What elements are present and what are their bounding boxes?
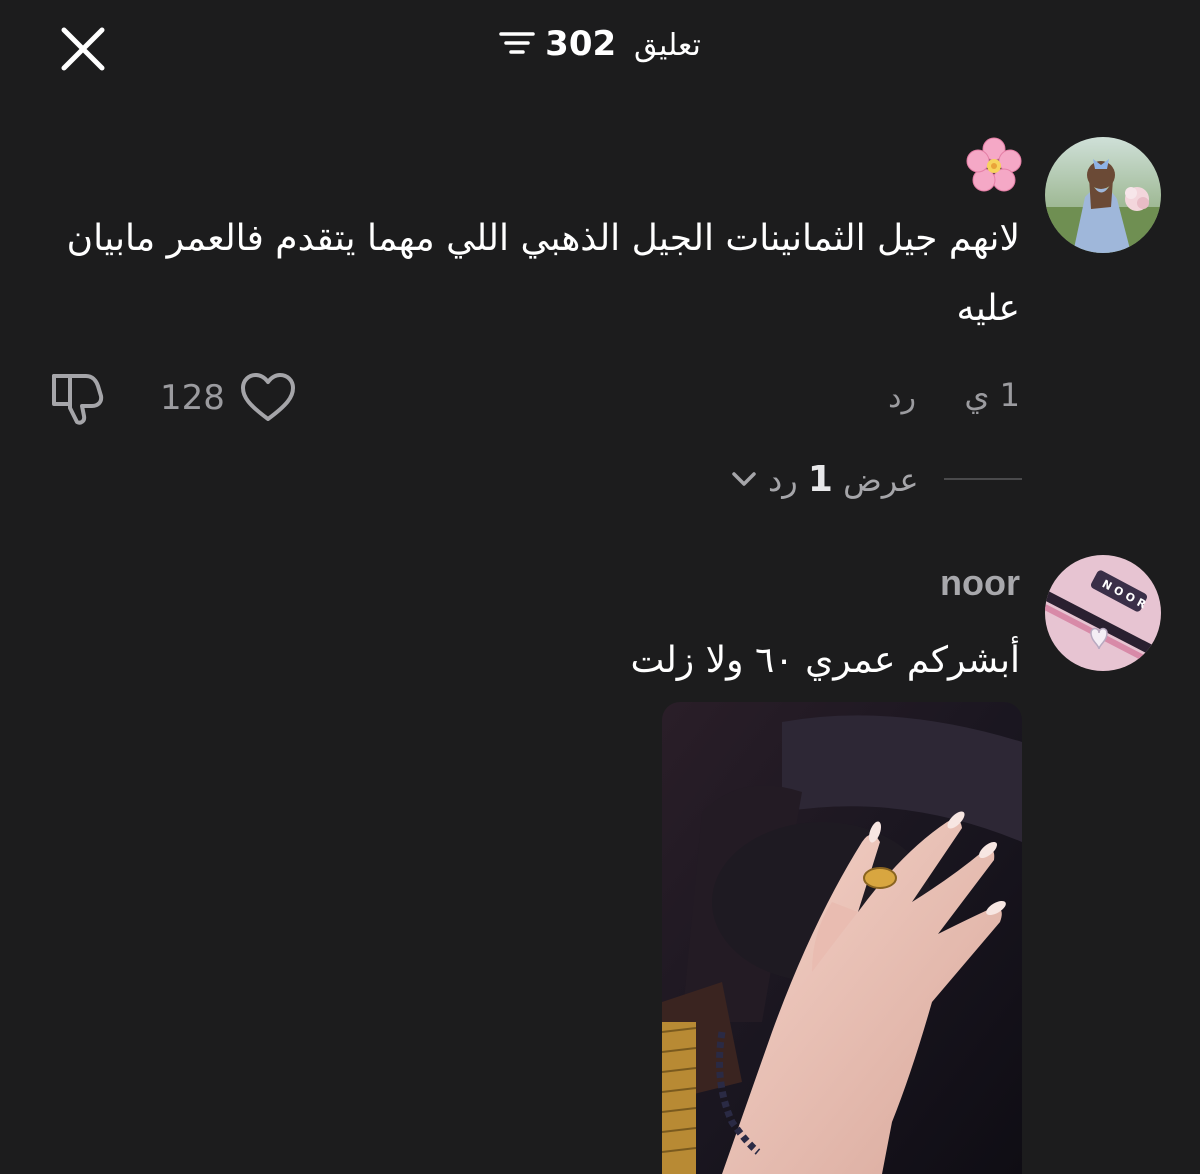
divider xyxy=(944,478,1022,480)
cherry-blossom-emoji xyxy=(966,137,1022,192)
comment-photo[interactable] xyxy=(662,702,1022,1174)
comment-timestamp: 1 ي xyxy=(964,376,1020,414)
comment-username[interactable]: noor xyxy=(940,562,1020,604)
comment-count-label: تعليق 302 xyxy=(545,24,701,64)
comment-text: لانهم جيل الثمانينات الجيل الذهبي اللي م… xyxy=(66,218,1020,329)
like-button[interactable]: 128 xyxy=(160,368,297,428)
comments-header: تعليق 302 xyxy=(0,0,1200,100)
reply-button[interactable]: رد xyxy=(888,380,916,415)
comment-count-number: 302 xyxy=(545,24,617,64)
view-replies-label: عرض 1 رد xyxy=(768,458,919,500)
sort-icon[interactable] xyxy=(499,29,535,59)
avatar[interactable]: N O O R xyxy=(1045,555,1161,671)
comment-text: أبشركم عمري ٦٠ ولا زلت xyxy=(630,640,1020,681)
like-count: 128 xyxy=(160,378,225,418)
comments-title: تعليق 302 xyxy=(0,24,1200,64)
view-replies-button[interactable]: عرض 1 رد xyxy=(728,452,919,506)
heart-icon xyxy=(240,373,295,421)
comment-count-word: تعليق xyxy=(634,28,701,63)
thumbs-down-icon[interactable] xyxy=(46,366,106,426)
avatar[interactable] xyxy=(1045,137,1161,253)
chevron-down-icon xyxy=(732,472,756,486)
